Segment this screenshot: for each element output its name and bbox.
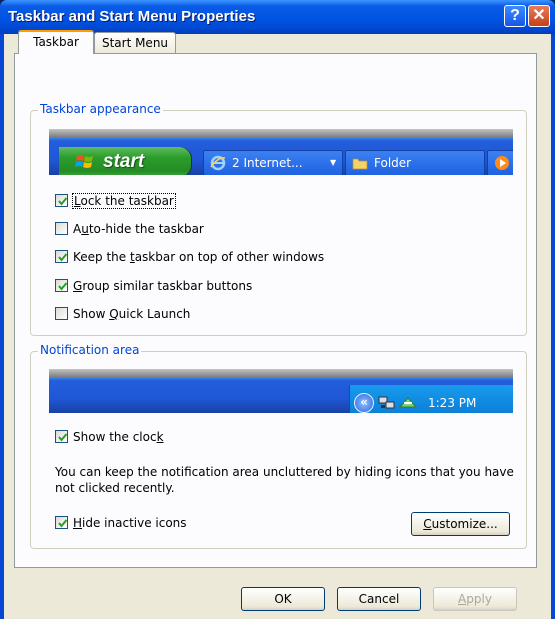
apply-button[interactable]: Apply [433,587,517,611]
group-buttons-label: Group similar taskbar buttons [73,279,253,293]
preview-media-button [487,150,513,175]
checkbox-box[interactable] [55,250,68,263]
windows-flag-icon [75,155,93,168]
tray-clock: 1:23 PM [428,396,477,410]
preview-folder-button: Folder [345,150,485,175]
title-bar[interactable]: Taskbar and Start Menu Properties ? ✕ [0,0,555,34]
checkbox-box[interactable] [55,307,68,320]
preview-taskbar-bar: start 2 Internet... ▼ Folder [49,137,513,175]
network-icon [378,396,395,409]
checkmark-icon [58,253,68,262]
preview-taskbar-bar: « 1:23 PM [49,377,513,413]
chevron-left-icon: « [354,393,374,413]
dropdown-arrow-icon: ▼ [330,158,337,167]
preview-internet-button: 2 Internet... ▼ [203,150,343,175]
checkmark-icon [58,519,68,528]
folder-icon [352,158,368,170]
notification-area-legend: Notification area [38,343,142,357]
preview-window-edge [49,129,513,137]
preview-start-label: start [103,151,145,172]
cancel-button[interactable]: Cancel [337,587,421,611]
customize-button[interactable]: Customize... [411,512,510,536]
tab-taskbar[interactable]: Taskbar [18,30,94,54]
notification-preview: « 1:23 PM [49,369,513,413]
preview-internet-label: 2 Internet... [232,156,303,170]
ie-icon [210,155,226,171]
checkbox-box[interactable] [55,194,68,207]
checkbox-box[interactable] [55,430,68,443]
notification-description: You can keep the notification area unclu… [55,465,514,495]
help-button[interactable]: ? [504,5,526,27]
keep-on-top-label: Keep the taskbar on top of other windows [73,250,325,264]
window-frame-right [551,34,555,619]
ok-button[interactable]: OK [241,587,325,611]
sync-icon [398,397,418,408]
media-player-icon [495,156,509,170]
checkbox-box[interactable] [55,222,68,235]
preview-start-button: start [59,147,191,175]
preview-folder-label: Folder [374,156,412,170]
show-clock-label: Show the clock [73,430,164,444]
checkmark-icon [58,197,68,206]
tab-start-menu[interactable]: Start Menu [94,32,176,54]
preview-system-tray: « 1:23 PM [349,385,513,413]
checkbox-box[interactable] [55,279,68,292]
auto-hide-label: Auto-hide the taskbar [73,222,204,236]
checkbox-box[interactable] [55,516,68,529]
hide-inactive-label: Hide inactive icons [73,516,187,530]
quick-launch-label: Show Quick Launch [73,307,191,321]
taskbar-preview: start 2 Internet... ▼ Folder [49,129,513,175]
checkmark-icon [58,282,68,291]
close-button[interactable]: ✕ [528,5,550,27]
window-title: Taskbar and Start Menu Properties [8,8,256,25]
preview-window-edge [49,369,513,377]
checkmark-icon [58,433,68,442]
taskbar-appearance-legend: Taskbar appearance [38,102,163,116]
lock-taskbar-label: Lock the taskbar [72,193,176,209]
